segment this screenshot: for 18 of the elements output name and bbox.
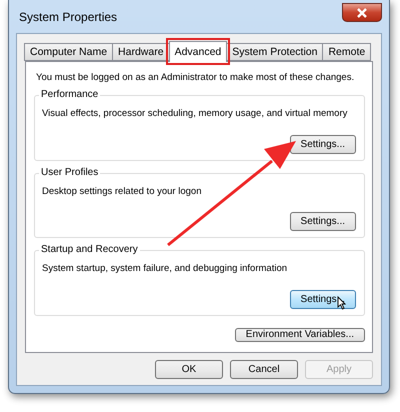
dialog-button[interactable]: Cancel [230, 360, 298, 379]
settings-button[interactable]: Settings... [290, 212, 356, 231]
dialog-button[interactable]: OK [155, 360, 223, 379]
group-title: Performance [39, 89, 100, 100]
tab[interactable]: System Protection [226, 43, 324, 61]
group-title: User Profiles [39, 166, 100, 178]
tab[interactable]: Computer Name [24, 43, 114, 61]
environment-variables-button[interactable]: Environment Variables... [234, 328, 365, 342]
group-description: Visual effects, processor scheduling, memory usage, and virtual memory [42, 108, 348, 119]
group-description: Desktop settings related to your logon [42, 186, 202, 196]
tab[interactable]: Remote [322, 43, 372, 61]
tab[interactable]: Advanced [168, 41, 228, 62]
group-title: Startup and Recovery [39, 244, 140, 255]
window-title: System Properties [19, 10, 118, 24]
admin-notice: You must be logged on as an Administrator to make most of these changes. [35, 72, 356, 83]
tab[interactable]: Hardware [112, 43, 170, 61]
settings-button[interactable]: Settings... [290, 134, 356, 154]
group-description: System startup, system failure, and debugging information [42, 263, 288, 274]
